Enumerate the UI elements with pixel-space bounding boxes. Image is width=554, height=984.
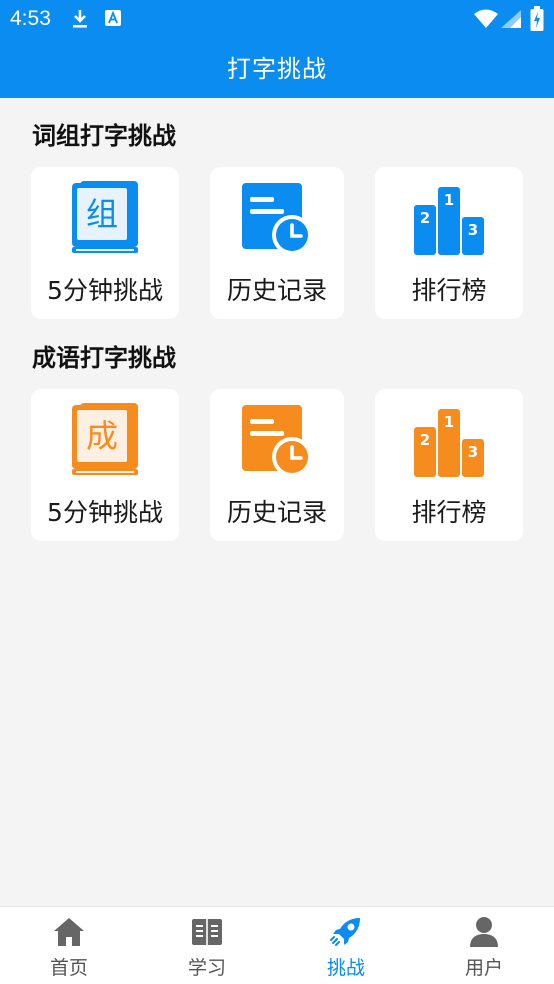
section-title-idiom: 成语打字挑战 xyxy=(32,344,176,372)
card-label: 历史记录 xyxy=(226,276,327,305)
keyboard-app-icon xyxy=(105,10,121,26)
rank-3: 3 xyxy=(468,221,478,239)
bottom-nav: 首页 学习 挑战 用户 xyxy=(0,906,554,984)
nav-label: 用户 xyxy=(464,957,503,979)
phrase-history-card[interactable]: 历史记录 xyxy=(210,167,344,319)
book-icon: 组 xyxy=(72,181,138,253)
rocket-icon xyxy=(330,918,360,946)
nav-label: 学习 xyxy=(187,957,226,979)
card-label: 5分钟挑战 xyxy=(47,498,163,527)
book-icon: 成 xyxy=(72,403,138,475)
history-clock-icon xyxy=(242,183,312,255)
nav-label: 首页 xyxy=(49,957,88,979)
history-clock-icon xyxy=(242,405,312,477)
rank-3: 3 xyxy=(468,443,478,461)
rank-2: 2 xyxy=(420,209,430,227)
nav-item-study[interactable]: 学习 xyxy=(138,907,276,984)
podium-icon: 1 2 3 xyxy=(414,409,484,477)
phrase-leaderboard-card[interactable]: 1 2 3 排行榜 xyxy=(375,167,523,319)
open-book-icon xyxy=(192,919,222,945)
idiom-5min-challenge-card[interactable]: 成 5分钟挑战 xyxy=(31,389,179,541)
card-label: 历史记录 xyxy=(226,498,327,527)
battery-icon xyxy=(530,6,544,31)
app-bar: 打字挑战 xyxy=(0,40,554,98)
book-char: 组 xyxy=(86,195,118,233)
idiom-leaderboard-card[interactable]: 1 2 3 排行榜 xyxy=(375,389,523,541)
nav-item-home[interactable]: 首页 xyxy=(0,907,138,984)
card-label: 排行榜 xyxy=(411,498,487,527)
card-label: 排行榜 xyxy=(411,276,487,305)
rank-2: 2 xyxy=(420,431,430,449)
download-icon xyxy=(73,10,87,28)
book-char: 成 xyxy=(86,417,118,455)
phrase-5min-challenge-card[interactable]: 组 5分钟挑战 xyxy=(31,167,179,319)
nav-label: 挑战 xyxy=(326,957,365,979)
status-time: 4:53 xyxy=(10,7,51,30)
user-icon xyxy=(470,917,498,947)
section-title-phrase: 词组打字挑战 xyxy=(32,122,176,150)
home-icon xyxy=(54,918,84,946)
nav-item-user[interactable]: 用户 xyxy=(415,907,553,984)
podium-icon: 1 2 3 xyxy=(414,187,484,255)
status-bar: 4:53 xyxy=(0,0,554,40)
nav-item-challenge[interactable]: 挑战 xyxy=(277,907,415,984)
page-title: 打字挑战 xyxy=(227,55,327,83)
signal-icon xyxy=(501,10,521,28)
card-label: 5分钟挑战 xyxy=(47,276,163,305)
idiom-history-card[interactable]: 历史记录 xyxy=(210,389,344,541)
wifi-icon xyxy=(474,9,498,28)
rank-1: 1 xyxy=(444,191,454,209)
rank-1: 1 xyxy=(444,413,454,431)
